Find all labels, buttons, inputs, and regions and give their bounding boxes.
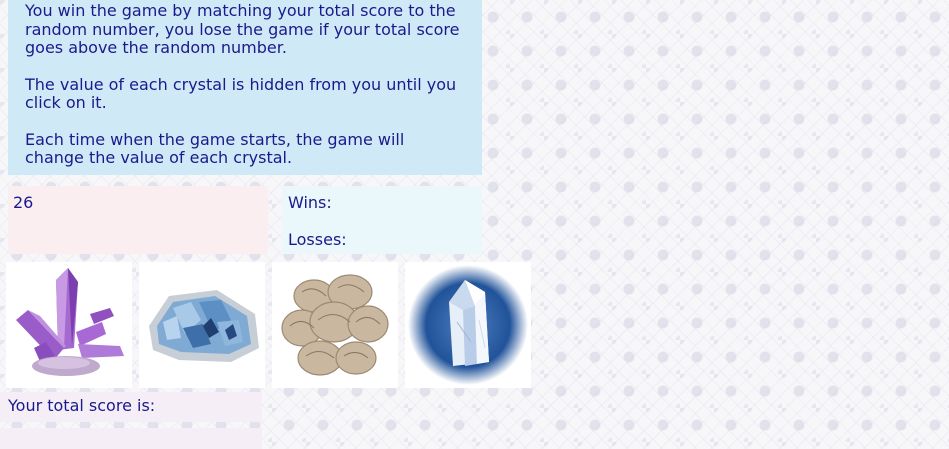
wins-label: Wins: — [288, 193, 332, 212]
total-score-value-panel — [0, 428, 262, 449]
random-number-value: 26 — [13, 193, 34, 212]
random-number-panel: 26 — [8, 186, 268, 254]
instructions-rules-text: You win the game by matching your total … — [25, 1, 460, 57]
crystal-buttons — [6, 262, 534, 388]
instructions-hidden-value-text: The value of each crystal is hidden from… — [25, 74, 457, 112]
instructions-reset-text: Each time when the game starts, the game… — [25, 129, 405, 167]
total-score-label: Your total score is: — [8, 396, 156, 415]
total-score-panel: Your total score is: — [0, 392, 262, 422]
crystal-button-quartz[interactable] — [405, 262, 531, 388]
instructions-panel: You win the game by matching your total … — [8, 0, 482, 175]
crystal-button-desert-rose[interactable] — [272, 262, 398, 388]
amethyst-crystal-icon — [16, 268, 124, 376]
quartz-crystal-icon — [408, 265, 528, 385]
crystal-button-amethyst[interactable] — [6, 262, 132, 388]
losses-label: Losses: — [288, 230, 347, 249]
wins-row: Wins: — [288, 193, 476, 230]
celestite-crystal-icon — [149, 290, 259, 362]
desert-rose-crystal-icon — [281, 274, 389, 376]
win-loss-panel: Wins: Losses: — [282, 186, 482, 254]
crystal-button-celestite[interactable] — [139, 262, 265, 388]
